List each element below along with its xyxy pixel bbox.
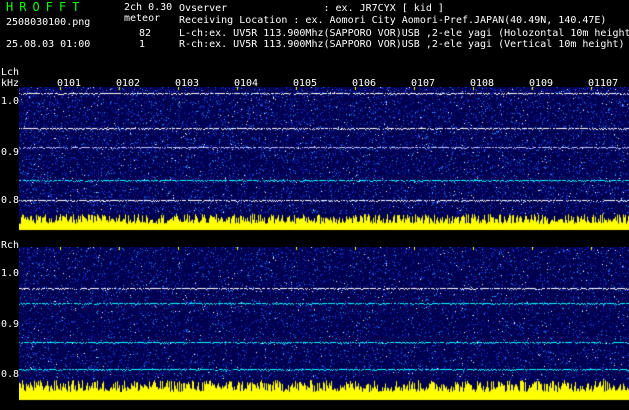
lch-tick-0.9: 0.9 (1, 147, 20, 158)
version-label: 2ch 0.30 (124, 2, 173, 13)
lch-label: Lch (1, 67, 20, 78)
date-time: 25.08.03 01:00 (6, 39, 91, 50)
lch-info-line: L-ch:ex. UV5R 113.900Mhz(SAPPORO VOR)USB… (179, 28, 629, 39)
lch-spectrogram (19, 87, 629, 232)
rch-tick-0.9: 0.9 (1, 319, 20, 330)
rch-spectrogram (19, 247, 629, 402)
rch-count: 1 (139, 39, 146, 50)
lch-tick-0.8: 0.8 (1, 195, 20, 206)
rch-label: Rch (1, 240, 20, 251)
rch-tick-1.0: 1.0 (1, 268, 20, 279)
lch-unit: kHz (1, 78, 20, 89)
observer-line: Ovserver : ex. JR7CYX [ kid ] (179, 3, 444, 14)
rch-tick-0.8: 0.8 (1, 369, 20, 380)
mode-label: meteor (124, 13, 161, 24)
rch-info-line: R-ch:ex. UV5R 113.900Mhz(SAPPORO VOR)USB… (179, 39, 625, 50)
app-title: HROFFT (6, 0, 86, 14)
lch-count: 82 (139, 28, 152, 39)
file-name: 2508030100.png (6, 17, 91, 28)
lch-tick-1.0: 1.0 (1, 96, 20, 107)
location-line: Receiving Location : ex. Aomori City Aom… (179, 15, 607, 26)
